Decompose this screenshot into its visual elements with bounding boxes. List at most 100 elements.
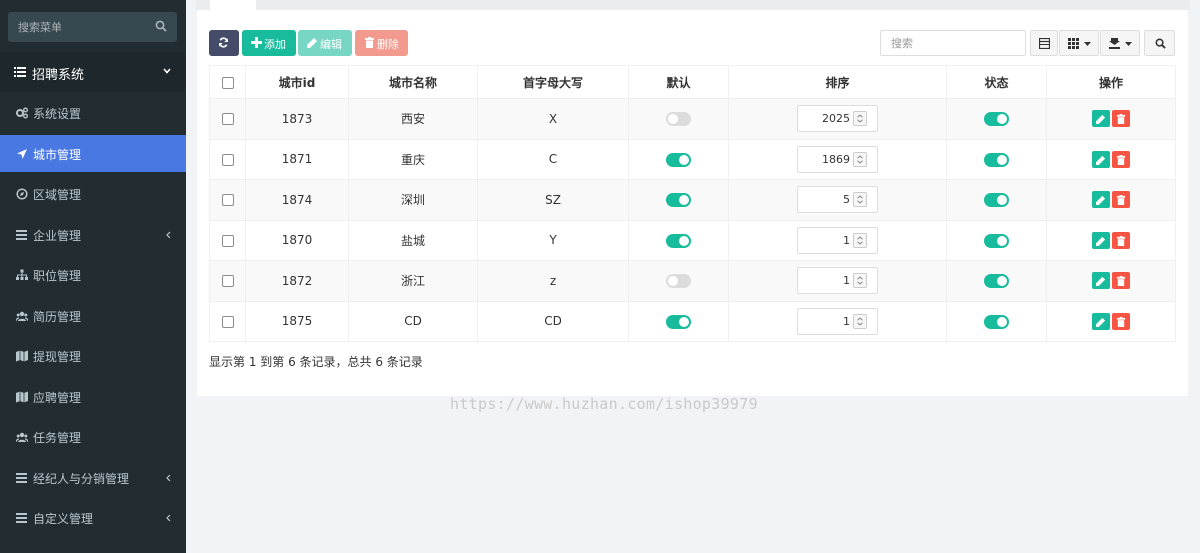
row-delete-button[interactable] [1112,110,1130,128]
toggle-view-button[interactable] [1030,30,1058,56]
row-delete-button[interactable] [1112,231,1130,249]
row-delete-button[interactable] [1112,150,1130,168]
table-row[interactable]: 1870 盐城 Y 1 [209,219,1176,261]
sort-stepper[interactable]: 5 [797,186,878,214]
refresh-button[interactable] [209,30,239,56]
cell-default [628,98,729,140]
row-edit-button[interactable] [1092,312,1110,330]
sidebar-item-agent[interactable]: 经纪人与分销管理 [0,459,186,496]
table-row[interactable]: 1871 重庆 C 1869 [209,138,1176,180]
column-header[interactable]: 城市id [245,65,349,99]
row-checkbox[interactable] [221,113,234,126]
trash-icon [1116,276,1126,287]
chevron-down-icon [163,68,171,74]
search-icon[interactable] [155,20,167,32]
sidebar-item-application[interactable]: 应聘管理 [0,378,186,415]
export-button[interactable] [1100,30,1140,56]
default-toggle[interactable] [666,274,691,288]
cell-actions [1046,260,1176,302]
toggle-knob [679,235,689,246]
default-toggle[interactable] [666,152,691,167]
cell-id: 1875 [245,300,349,342]
pencil-icon [1096,196,1106,206]
sidebar-item-task[interactable]: 任务管理 [0,418,186,455]
status-toggle[interactable] [984,233,1009,248]
cell-sort: 1 [728,300,947,342]
up-down-arrows-icon[interactable] [853,111,867,127]
status-toggle[interactable] [984,274,1009,288]
sidebar-item-custom[interactable]: 自定义管理 [0,499,186,536]
status-toggle[interactable] [984,112,1009,126]
row-checkbox[interactable] [221,315,234,328]
row-checkbox[interactable] [221,234,234,247]
sort-stepper[interactable]: 1 [797,307,878,335]
column-header[interactable]: 城市名称 [348,65,478,99]
status-toggle[interactable] [984,314,1009,329]
cell-default [628,300,729,342]
columns-button[interactable] [1059,30,1099,56]
cell-sort: 1 [728,260,947,302]
row-delete-button[interactable] [1112,191,1130,209]
row-delete-button[interactable] [1112,312,1130,330]
up-down-arrows-icon[interactable] [853,232,867,248]
sidebar-item-resume[interactable]: 简历管理 [0,297,186,334]
cell-initial: Y [477,219,629,261]
row-checkbox[interactable] [221,194,234,207]
cell-status [946,219,1047,261]
menu-group-recruitment[interactable]: 招聘系统 [0,52,186,92]
sidebar-item-city[interactable]: 城市管理 [0,135,186,172]
status-toggle[interactable] [984,193,1009,207]
default-toggle[interactable] [666,112,691,126]
cell-status [946,179,1047,221]
up-down-arrows-icon[interactable] [853,192,867,208]
tab-active[interactable] [210,0,256,10]
pencil-icon [1096,115,1106,125]
download-icon [1109,38,1120,49]
add-button[interactable]: 添加 [242,30,296,56]
sidebar-item-withdraw[interactable]: 提现管理 [0,337,186,374]
sort-stepper[interactable]: 1869 [797,145,878,173]
default-toggle[interactable] [666,314,691,329]
select-all-checkbox[interactable] [221,76,234,89]
column-header[interactable]: 排序 [728,65,947,99]
default-toggle[interactable] [666,233,691,248]
column-header[interactable]: 默认 [628,65,729,99]
sidebar-item-job[interactable]: 职位管理 [0,256,186,293]
sort-stepper[interactable]: 1 [797,267,878,295]
sidebar-item-area[interactable]: 区域管理 [0,175,186,212]
up-down-arrows-icon[interactable] [853,273,867,289]
row-checkbox[interactable] [221,153,234,166]
table-row[interactable]: 1874 深圳 SZ 5 [209,179,1176,221]
table-row[interactable]: 1873 西安 X 2025 [209,98,1176,140]
row-edit-button[interactable] [1092,231,1110,249]
toggle-knob [997,276,1007,286]
select-cell [209,300,246,342]
row-edit-button[interactable] [1092,110,1110,128]
advanced-search-button[interactable] [1144,30,1175,56]
menu-search-input[interactable] [8,12,148,42]
cell-status [946,260,1047,302]
sidebar-item-company[interactable]: 企业管理 [0,216,186,253]
default-toggle[interactable] [666,193,691,207]
row-edit-button[interactable] [1092,150,1110,168]
sort-stepper[interactable]: 2025 [797,105,878,133]
delete-button[interactable]: 删除 [355,30,408,56]
table-row[interactable]: 1872 浙江 z 1 [209,260,1176,302]
column-header[interactable]: 状态 [946,65,1047,99]
status-toggle[interactable] [984,152,1009,167]
sort-stepper[interactable]: 1 [797,226,878,254]
row-edit-button[interactable] [1092,191,1110,209]
up-down-arrows-icon[interactable] [853,151,867,167]
edit-button[interactable]: 编辑 [298,30,352,56]
column-header[interactable]: 首字母大写 [477,65,629,99]
row-delete-button[interactable] [1112,272,1130,290]
table-row[interactable]: 1875 CD CD 1 [209,300,1176,342]
cell-sort: 5 [728,179,947,221]
cell-name: 深圳 [348,179,478,221]
trash-icon [1116,114,1126,125]
up-down-arrows-icon[interactable] [853,313,867,329]
row-edit-button[interactable] [1092,272,1110,290]
sidebar-item-settings[interactable]: 系统设置 [0,94,186,131]
table-search-input[interactable] [880,30,1026,56]
row-checkbox[interactable] [221,275,234,288]
